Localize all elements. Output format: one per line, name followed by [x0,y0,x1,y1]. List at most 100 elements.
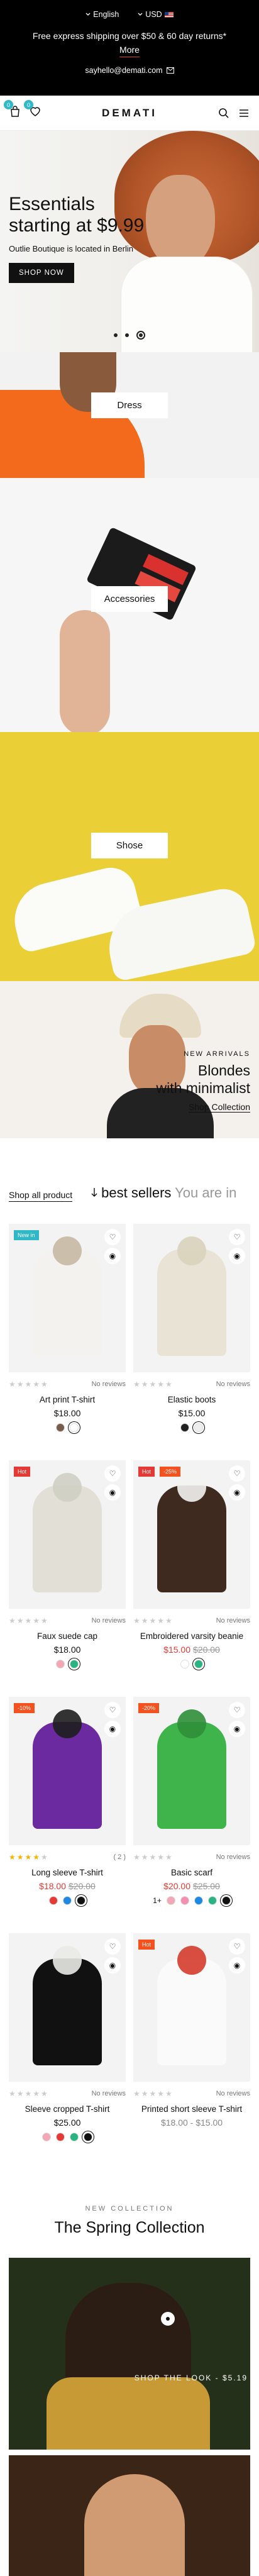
product-card[interactable]: -10% ♡ ◉ ★★★★★ ( 2 ) Long sleeve T-shirt… [9,1697,126,1905]
spring-title: The Spring Collection [54,2219,205,2236]
color-swatch[interactable] [194,1896,203,1905]
product-card[interactable]: Hot ♡ ◉ ★★★★★ No reviews Printed short s… [133,1933,250,2133]
wishlist-button[interactable]: 0 [24,100,41,121]
color-swatch[interactable] [63,1896,72,1905]
menu-icon[interactable] [238,107,250,119]
color-swatch[interactable] [207,1896,217,1905]
quick-view-eye-icon[interactable]: ◉ [229,1957,245,1974]
product-image[interactable]: Hot ♡ ◉ [9,1460,126,1609]
shop-all-link[interactable]: Shop all product [9,1190,73,1202]
product-card[interactable]: New in ♡ ◉ ★★★★★ No reviews Art print T-… [9,1224,126,1432]
product-tag: -10% [14,1703,35,1713]
shop-collection-link[interactable]: Shop Collection [188,1102,250,1113]
shop-now-button[interactable]: SHOP NOW [9,263,74,283]
color-swatch[interactable] [56,2133,65,2141]
category-tile-dress[interactable]: Dress [0,352,259,478]
color-swatch[interactable] [180,1896,189,1905]
product-price: $18.00 - $15.00 [160,2118,223,2128]
product-image[interactable]: ♡ ◉ [9,1933,126,2082]
wishlist-heart-icon[interactable]: ♡ [104,1702,121,1718]
quick-view-eye-icon[interactable]: ◉ [104,1484,121,1501]
product-image[interactable]: ♡ ◉ [133,1224,250,1372]
wishlist-heart-icon[interactable]: ♡ [229,1465,245,1482]
spring-photo-2[interactable] [9,2455,250,2576]
slider-dot-active[interactable] [136,331,145,340]
cart-button[interactable]: 0 [4,100,21,121]
product-name[interactable]: Faux suede cap [9,1631,126,1641]
wishlist-heart-icon[interactable]: ♡ [104,1938,121,1955]
product-card[interactable]: Hot ♡ ◉ ★★★★★ No reviews Faux suede cap … [9,1460,126,1668]
quick-view-eye-icon[interactable]: ◉ [229,1484,245,1501]
slider-dot[interactable] [125,333,129,337]
color-swatch[interactable] [70,2133,79,2141]
wishlist-heart-icon[interactable]: ♡ [229,1938,245,1955]
color-swatch[interactable] [49,1896,58,1905]
product-card[interactable]: -20% ♡ ◉ ★★★★★ No reviews Basic scarf $2… [133,1697,250,1905]
mail-icon [166,67,174,74]
rating-stars: ★★★★★ [133,1380,174,1389]
product-card[interactable]: Hot -25% ♡ ◉ ★★★★★ No reviews Embroidered… [133,1460,250,1668]
product-actions: ♡ ◉ [229,1465,245,1501]
color-swatch[interactable] [180,1660,189,1668]
quick-view-eye-icon[interactable]: ◉ [104,1721,121,1737]
spring-photo-1[interactable] [9,2258,250,2450]
product-name[interactable]: Basic scarf [133,1868,250,1877]
hotspot-button[interactable] [161,2312,175,2326]
wishlist-heart-icon[interactable]: ♡ [104,1465,121,1482]
product-image[interactable]: Hot -25% ♡ ◉ [133,1460,250,1609]
hero-subtitle: Outlie Boutique is located in Berlin [9,244,134,253]
product-name[interactable]: Art print T-shirt [9,1395,126,1404]
color-swatch[interactable] [70,1660,79,1668]
product-card[interactable]: ♡ ◉ ★★★★★ No reviews Sleeve cropped T-sh… [9,1933,126,2141]
logo[interactable]: DEMATI [102,107,157,119]
search-icon[interactable] [218,107,230,119]
quick-view-eye-icon[interactable]: ◉ [104,1248,121,1264]
product-image[interactable]: -20% ♡ ◉ [133,1697,250,1845]
product-name[interactable]: Sleeve cropped T-shirt [9,2104,126,2114]
quick-view-eye-icon[interactable]: ◉ [229,1721,245,1737]
color-swatch[interactable] [180,1423,189,1432]
product-name[interactable]: Printed short sleeve T-shirt [133,2104,250,2114]
quick-view-eye-icon[interactable]: ◉ [104,1957,121,1974]
product-name[interactable]: Long sleeve T-shirt [9,1868,126,1877]
color-swatch[interactable] [194,1423,203,1432]
wishlist-heart-icon[interactable]: ♡ [104,1229,121,1245]
color-swatch[interactable] [166,1896,175,1905]
arrivals-title: Blondes with minimalist [156,1062,250,1096]
slider-dot[interactable] [114,333,118,337]
wishlist-count-badge: 0 [24,100,33,109]
product-photo-detail [53,1709,82,1738]
contact-email[interactable]: sayhello@demati.com [0,66,259,75]
cart-count-badge: 0 [4,100,13,109]
product-name[interactable]: Elastic boots [133,1395,250,1404]
product-actions: ♡ ◉ [104,1702,121,1737]
product-name[interactable]: Embroidered varsity beanie [133,1631,250,1641]
product-price: $20.00 $25.00 [163,1881,220,1891]
currency-selector[interactable]: USD [138,10,174,19]
product-grid: New in ♡ ◉ ★★★★★ No reviews Art print T-… [0,1224,259,2205]
quick-view-eye-icon[interactable]: ◉ [229,1248,245,1264]
shop-the-look-link[interactable]: SHOP THE LOOK - $5.19 [135,2373,248,2382]
product-image[interactable]: New in ♡ ◉ [9,1224,126,1372]
category-tile-accessories[interactable]: Accessories [0,478,259,732]
product-card[interactable]: ♡ ◉ ★★★★★ No reviews Elastic boots $15.0… [133,1224,250,1432]
wishlist-heart-icon[interactable]: ♡ [229,1229,245,1245]
color-swatch[interactable] [70,1423,79,1432]
color-swatch[interactable] [77,1896,85,1905]
product-tag-discount: -25% [160,1467,181,1477]
color-swatch[interactable] [194,1660,203,1668]
color-swatch[interactable] [84,2133,92,2141]
spring-photo-2-model [84,2474,185,2576]
color-swatch[interactable] [42,2133,51,2141]
product-price: $18.00 [53,1408,81,1418]
product-price: $18.00 [53,1645,81,1655]
language-selector[interactable]: English [85,10,119,19]
product-image[interactable]: -10% ♡ ◉ [9,1697,126,1845]
product-image[interactable]: Hot ♡ ◉ [133,1933,250,2082]
color-swatch[interactable] [56,1423,65,1432]
color-swatch[interactable] [56,1660,65,1668]
shipping-more-link[interactable]: More [119,43,140,57]
color-swatch[interactable] [221,1896,231,1905]
category-tile-shoes[interactable]: Shose [0,732,259,981]
wishlist-heart-icon[interactable]: ♡ [229,1702,245,1718]
